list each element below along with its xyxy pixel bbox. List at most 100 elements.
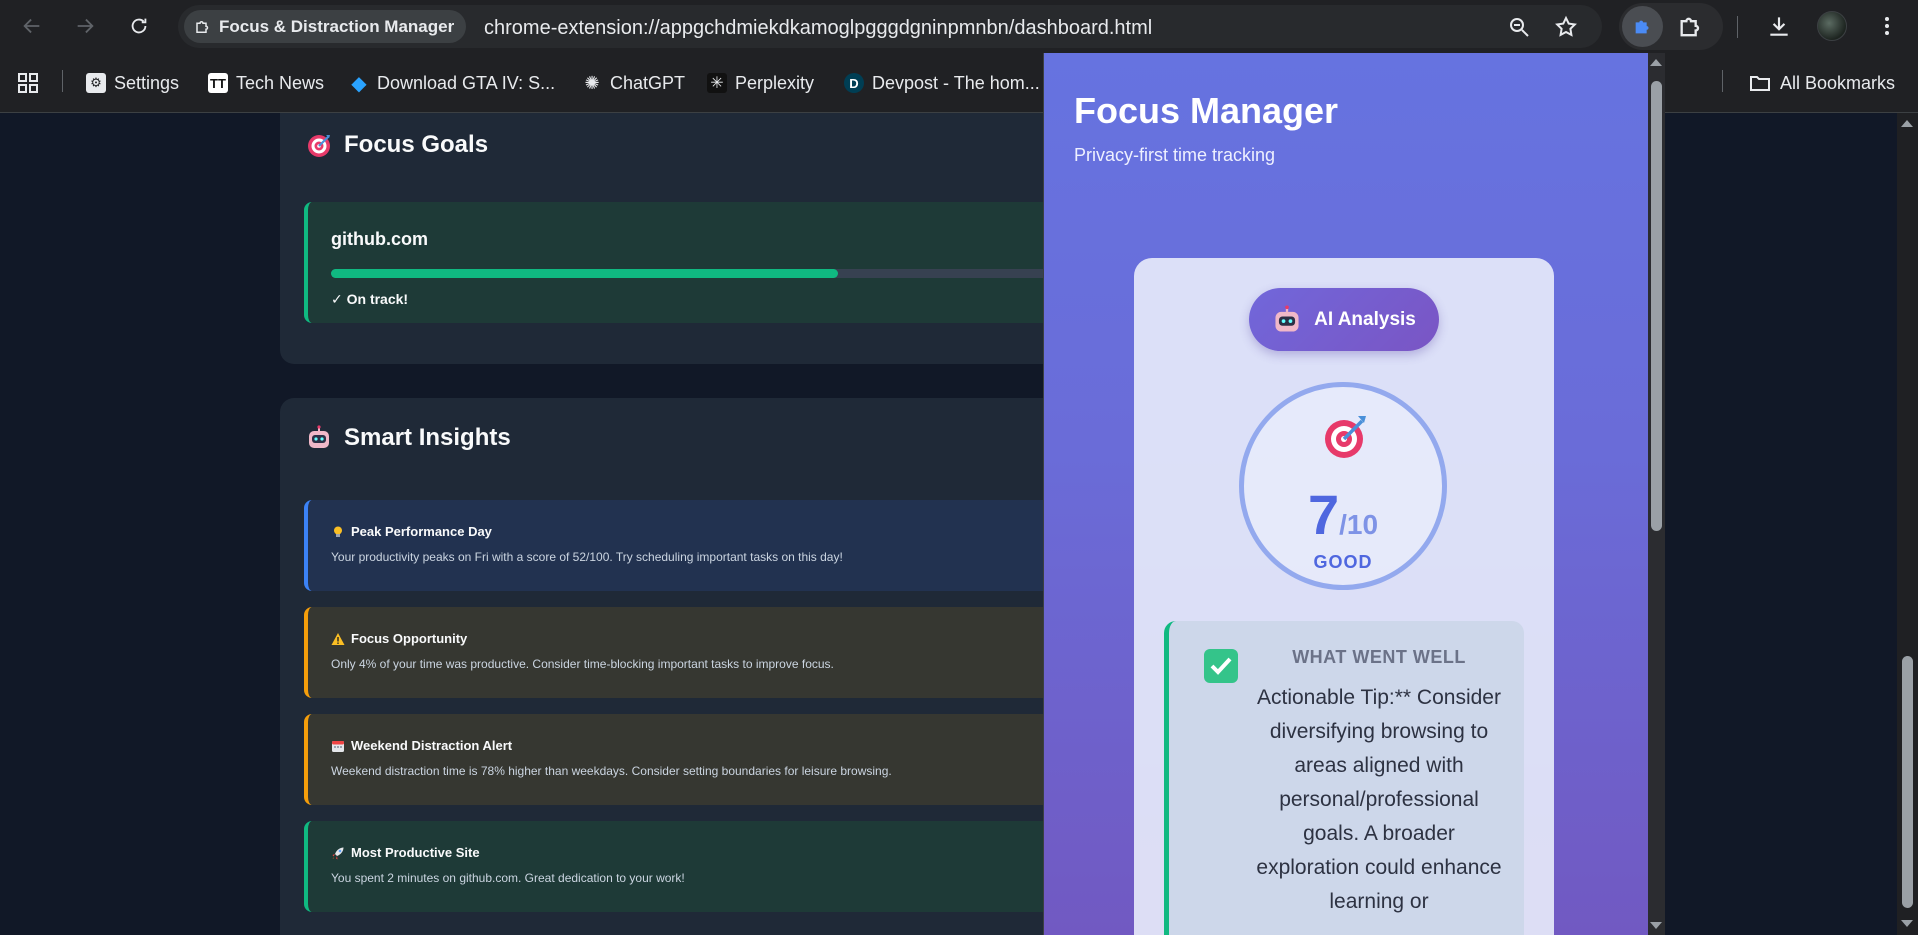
extension-puzzle-icon: [196, 20, 209, 33]
back-button[interactable]: [15, 9, 49, 43]
arrow-left-icon: [23, 18, 40, 34]
goal-item: github.com ✓ On track!: [304, 202, 1111, 323]
bookmarks-divider: [62, 70, 63, 92]
popup-scrollbar[interactable]: [1648, 53, 1665, 935]
insight-title-text: Focus Opportunity: [351, 631, 468, 646]
bookmarks-divider-right: [1722, 70, 1723, 92]
bookmark-star-icon[interactable]: [1553, 14, 1579, 40]
tech-news-favicon: TT: [208, 73, 228, 93]
reload-icon: [131, 18, 147, 34]
bookmark-devpost[interactable]: D Devpost - The hom...: [844, 69, 1040, 97]
bookmark-tech-news[interactable]: TT Tech News: [208, 69, 324, 97]
perplexity-favicon: ✳: [707, 73, 727, 93]
insight-most-productive-site: Most Productive Site You spent 2 minutes…: [304, 821, 1104, 912]
bookmark-chatgpt[interactable]: ✺ ChatGPT: [582, 69, 685, 97]
target-icon: [308, 135, 330, 157]
bookmark-label: Perplexity: [735, 72, 815, 93]
check-mark-icon: [1204, 649, 1238, 683]
insight-description: Your productivity peaks on Fri with a sc…: [331, 550, 843, 564]
zoom-icon[interactable]: [1506, 14, 1532, 40]
insight-title: Focus Opportunity: [331, 631, 467, 646]
insight-title-text: Most Productive Site: [351, 845, 480, 860]
bookmark-label: Tech News: [236, 72, 325, 93]
focus-score: 7/10: [1244, 482, 1442, 547]
scroll-down-arrow-icon[interactable]: [1901, 920, 1913, 927]
bookmark-settings[interactable]: ⚙ Settings: [86, 69, 179, 97]
extensions-menu-icon[interactable]: [1677, 13, 1705, 41]
browser-toolbar: Focus & Distraction Manager chrome-exten…: [0, 0, 1918, 53]
reload-button[interactable]: [122, 9, 156, 43]
page-scrollbar-thumb[interactable]: [1902, 656, 1913, 908]
rocket-icon: [332, 847, 344, 859]
toolbar-divider: [1737, 16, 1738, 38]
bookmark-label: ChatGPT: [610, 72, 686, 93]
downloads-icon[interactable]: [1764, 11, 1794, 41]
bookmark-label: Download GTA IV: S...: [377, 72, 556, 93]
all-bookmarks-button[interactable]: All Bookmarks: [1748, 69, 1895, 97]
what-went-well-text: Actionable Tip:** Consider diversifying …: [1256, 686, 1502, 913]
what-went-well-panel: WHAT WENT WELL Actionable Tip:** Conside…: [1164, 621, 1524, 935]
gta-favicon: ◆: [351, 72, 367, 95]
insight-title-text: Peak Performance Day: [351, 524, 492, 539]
insight-description: Weekend distraction time is 78% higher t…: [331, 764, 892, 778]
site-chip-label: Focus & Distraction Manager: [219, 16, 455, 36]
robot-icon: [1275, 304, 1299, 332]
insight-description: Only 4% of your time was productive. Con…: [331, 657, 834, 671]
popup-scroll-down-arrow-icon[interactable]: [1650, 922, 1662, 929]
bookmark-label: Devpost - The hom...: [872, 72, 1040, 93]
bookmark-perplexity[interactable]: ✳ Perplexity: [707, 69, 814, 97]
extensions-group: [1619, 3, 1723, 50]
popup-title: Focus Manager: [1074, 90, 1339, 131]
ai-analysis-label: AI Analysis: [1314, 308, 1416, 330]
arrow-right-icon: [77, 18, 94, 34]
apps-grid-button[interactable]: [16, 69, 40, 97]
insight-weekend-distraction: Weekend Distraction Alert Weekend distra…: [304, 714, 1104, 805]
popup-subtitle: Privacy-first time tracking: [1074, 145, 1276, 165]
warning-icon: [331, 632, 345, 645]
chatgpt-favicon: ✺: [584, 72, 600, 93]
focus-score-out-of: /10: [1339, 509, 1379, 540]
kebab-menu-icon[interactable]: [1872, 11, 1902, 41]
bookmark-label: Settings: [114, 72, 180, 93]
apps-grid-icon: [18, 73, 38, 93]
focus-score-value: 7: [1307, 483, 1340, 546]
focus-score-label: GOOD: [1313, 552, 1373, 572]
goal-progress-bar: [331, 269, 1111, 278]
focus-score-ring: 7/10 GOOD: [1239, 382, 1447, 590]
ai-analysis-button[interactable]: AI Analysis: [1249, 288, 1439, 351]
goal-site: github.com: [331, 229, 428, 249]
what-went-well-heading: WHAT WENT WELL: [1292, 647, 1466, 667]
robot-icon: [309, 425, 329, 448]
devpost-favicon: D: [844, 73, 864, 93]
smart-insights-title: Smart Insights: [344, 424, 511, 451]
target-icon: [1325, 416, 1366, 458]
calendar-icon: [332, 740, 344, 752]
bookmark-gta[interactable]: ◆ Download GTA IV: S...: [349, 69, 555, 97]
url-text[interactable]: chrome-extension://appgchdmiekdkamoglpgg…: [484, 17, 1152, 40]
address-bar[interactable]: Focus & Distraction Manager chrome-exten…: [178, 5, 1602, 48]
insight-title: Weekend Distraction Alert: [331, 738, 512, 753]
extension-pin-icon: [1635, 20, 1648, 33]
site-chip[interactable]: Focus & Distraction Manager: [184, 10, 467, 43]
scroll-up-arrow-icon[interactable]: [1901, 120, 1913, 127]
focus-goals-card: Focus Goals github.com ✓ On track!: [280, 113, 1111, 364]
goal-progress-fill: [331, 269, 838, 278]
focus-goals-header: Focus Goals: [306, 131, 488, 159]
profile-avatar[interactable]: [1817, 11, 1847, 41]
popup-scroll-up-arrow-icon[interactable]: [1650, 59, 1662, 66]
popup-scrollbar-thumb[interactable]: [1651, 81, 1662, 531]
insight-description: You spent 2 minutes on github.com. Great…: [331, 871, 685, 885]
smart-insights-header: Smart Insights: [306, 424, 511, 452]
smart-insights-card: Smart Insights Peak Performance Day Your…: [280, 398, 1104, 935]
insight-title: Most Productive Site: [331, 845, 480, 860]
focus-goals-title: Focus Goals: [344, 131, 489, 158]
goal-status: ✓ On track!: [331, 291, 409, 307]
insight-peak-performance: Peak Performance Day Your productivity p…: [304, 500, 1104, 591]
focus-manager-extension-button[interactable]: [1622, 6, 1663, 47]
insight-title-text: Weekend Distraction Alert: [351, 738, 513, 753]
page-scrollbar[interactable]: [1897, 113, 1918, 935]
forward-button[interactable]: [68, 9, 102, 43]
lightbulb-icon: [334, 526, 342, 537]
ai-analysis-card: AI Analysis 7/10 GOOD WHAT WENT WELL Act…: [1134, 258, 1554, 935]
insight-focus-opportunity: Focus Opportunity Only 4% of your time w…: [304, 607, 1104, 698]
